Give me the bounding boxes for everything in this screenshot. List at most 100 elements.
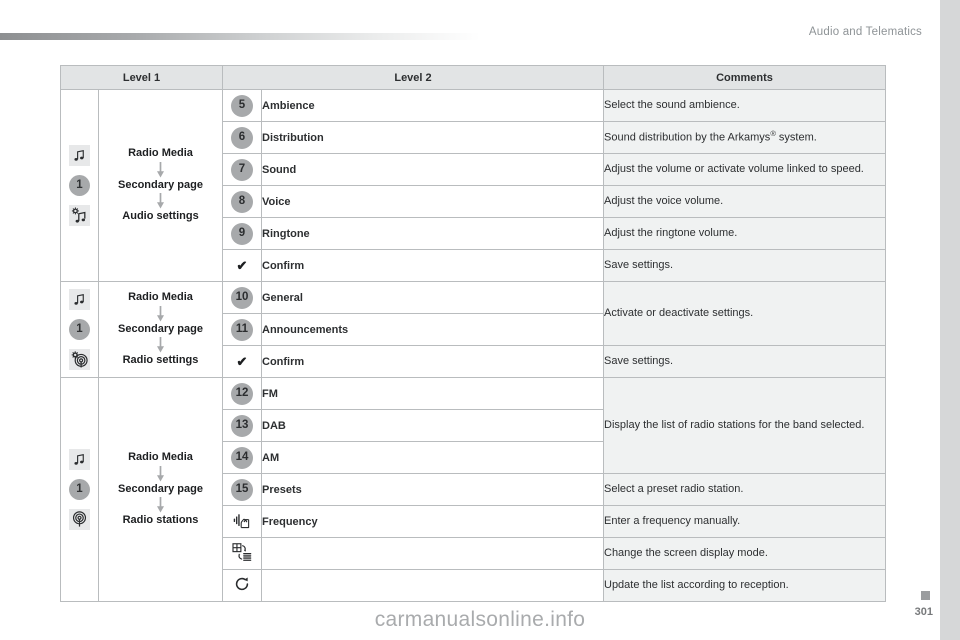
level2-number-badge: 5 — [231, 94, 253, 117]
step-number-badge: 1 — [69, 319, 90, 340]
level2-number-badge: 9 — [231, 222, 253, 245]
path-step: Secondary page — [118, 482, 203, 495]
level2-badge-cell: 11 — [222, 313, 262, 346]
path-step: Audio settings — [122, 210, 199, 223]
level2-number-badge: 12 — [231, 382, 253, 405]
comment-cell: Adjust the ringtone volume. — [603, 217, 886, 250]
comment-cell: Change the screen display mode. — [603, 537, 886, 570]
level2-label: AM — [261, 441, 604, 474]
level2-badge-cell: 5 — [222, 89, 262, 122]
level2-number-badge: 7 — [231, 158, 253, 181]
page-edge-strip — [940, 0, 960, 640]
level2-badge-cell: 8 — [222, 185, 262, 218]
comment-cell: Select the sound ambience. — [603, 89, 886, 122]
level1-path-audio-settings: Radio Media Secondary page Audio settings — [98, 89, 223, 282]
step-number-badge: 1 — [69, 175, 90, 196]
column-header-level2: Level 2 — [222, 65, 604, 90]
level2-number-badge: 13 — [231, 414, 253, 437]
level2-number-badge: 6 — [231, 126, 253, 149]
level2-label: Voice — [261, 185, 604, 218]
comment-cell: Save settings. — [603, 249, 886, 282]
page-title: Audio and Telematics — [808, 26, 922, 38]
comment-cell: Display the list of radio stations for t… — [603, 377, 886, 474]
comment-cell: Adjust the volume or activate volume lin… — [603, 153, 886, 186]
comment-cell: Adjust the voice volume. — [603, 185, 886, 218]
comment-cell: Activate or deactivate settings. — [603, 281, 886, 346]
path-step: Radio settings — [122, 354, 199, 367]
level2-label: General — [261, 281, 604, 314]
level2-number-badge: 11 — [231, 318, 253, 341]
level2-label: DAB — [261, 409, 604, 442]
radio-antenna-icon — [69, 509, 90, 530]
menu-table-wrapper: Level 1 Level 2 Comments 1 Radio Media Sec… — [60, 65, 886, 602]
level2-badge-cell — [222, 569, 262, 602]
refresh-icon — [233, 577, 251, 596]
music-note-icon — [69, 145, 90, 166]
level1-path-radio-stations: Radio Media Secondary page Radio stations — [98, 377, 223, 602]
level2-number-badge: 15 — [231, 478, 253, 501]
level2-label: Ambience — [261, 89, 604, 122]
level2-badge-cell: 9 — [222, 217, 262, 250]
level2-number-badge: 8 — [231, 190, 253, 213]
radio-settings-icon — [69, 349, 90, 370]
level2-badge-cell: ✔ — [222, 345, 262, 378]
comment-cell: Sound distribution by the Arkamys® syste… — [603, 121, 886, 154]
path-step: Radio Media — [128, 290, 193, 303]
confirm-check-icon: ✔ — [236, 257, 248, 273]
header-rule — [0, 33, 480, 40]
level2-badge-cell: 13 — [222, 409, 262, 442]
page-corner-mark — [921, 591, 930, 600]
table-body: 1 Radio Media Secondary page Audio settings… — [60, 89, 886, 602]
path-step: Radio stations — [122, 514, 199, 527]
table-row: 1 Radio Media Secondary page Radio stations… — [60, 377, 886, 602]
level2-number-badge: 14 — [231, 446, 253, 469]
level2-label — [261, 569, 604, 602]
level2-label: Confirm — [261, 249, 604, 282]
level2-badge-cell: 12 — [222, 377, 262, 410]
level2-label: Ringtone — [261, 217, 604, 250]
level2-number-badge: 10 — [231, 286, 253, 309]
table-row: 1 Radio Media Secondary page Audio settings… — [60, 89, 886, 282]
level2-label — [261, 537, 604, 570]
level1-icons-radio-settings: 1 — [60, 281, 99, 378]
comment-cell: Save settings. — [603, 345, 886, 378]
page-root: Audio and Telematics Level 1 Level 2 Com… — [0, 0, 960, 640]
table-row: 1 Radio Media Secondary page Radio settings… — [60, 281, 886, 378]
menu-table: Level 1 Level 2 Comments 1 Radio Media Sec… — [60, 65, 886, 602]
music-note-settings-icon — [69, 205, 90, 226]
confirm-check-icon: ✔ — [236, 353, 248, 369]
level2-label: Sound — [261, 153, 604, 186]
column-header-level1: Level 1 — [60, 65, 223, 90]
level2-badge-cell: 10 — [222, 281, 262, 314]
level2-badge-cell — [222, 505, 262, 538]
path-step: Radio Media — [128, 146, 193, 159]
music-note-icon — [69, 449, 90, 470]
step-number-badge: 1 — [69, 479, 90, 500]
comment-cell: Select a preset radio station. — [603, 473, 886, 506]
level2-label: FM — [261, 377, 604, 410]
watermark: carmanualsonline.info — [374, 608, 586, 631]
level2-badge-cell — [222, 537, 262, 570]
display-mode-icon — [232, 543, 252, 564]
level2-label: Confirm — [261, 345, 604, 378]
level2-label: Announcements — [261, 313, 604, 346]
column-header-comments: Comments — [603, 65, 886, 90]
level2-badge-cell: 14 — [222, 441, 262, 474]
comment-cell: Update the list according to reception. — [603, 569, 886, 602]
level1-icons-radio-stations: 1 — [60, 377, 99, 602]
frequency-hand-icon — [233, 513, 252, 532]
level2-label: Presets — [261, 473, 604, 506]
path-step: Secondary page — [118, 322, 203, 335]
level1-icons-audio-settings: 1 — [60, 89, 99, 282]
table-header-row: Level 1 Level 2 Comments — [60, 65, 886, 90]
comment-cell: Enter a frequency manually. — [603, 505, 886, 538]
level2-badge-cell: 15 — [222, 473, 262, 506]
level2-badge-cell: 7 — [222, 153, 262, 186]
music-note-icon — [69, 289, 90, 310]
path-step: Radio Media — [128, 450, 193, 463]
level1-path-radio-settings: Radio Media Secondary page Radio settings — [98, 281, 223, 378]
table-header: Level 1 Level 2 Comments — [60, 65, 886, 90]
level2-label: Frequency — [261, 505, 604, 538]
level2-label: Distribution — [261, 121, 604, 154]
level2-badge-cell: ✔ — [222, 249, 262, 282]
